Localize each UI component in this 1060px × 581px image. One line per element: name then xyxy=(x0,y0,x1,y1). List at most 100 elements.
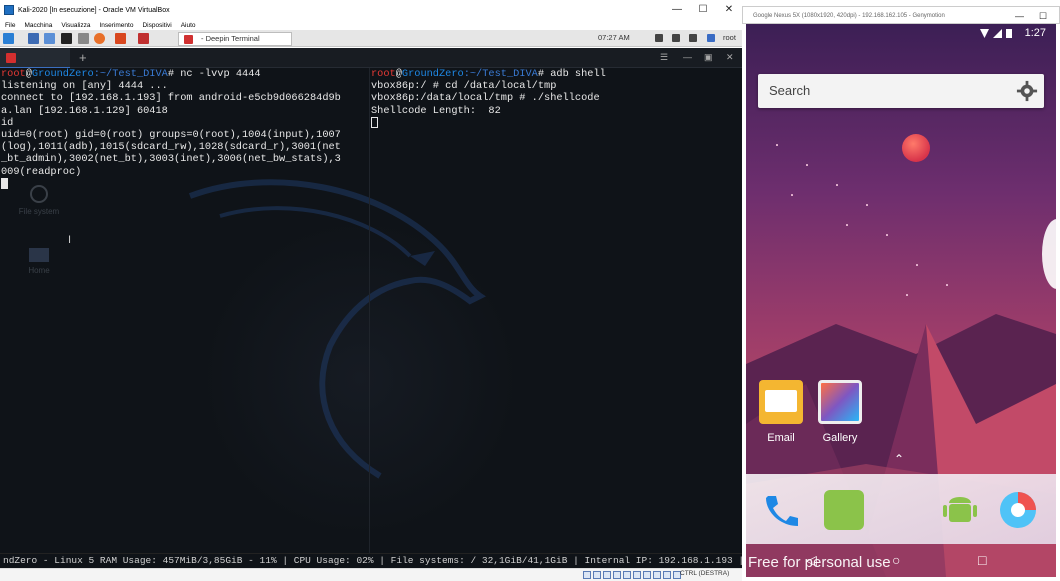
guest-taskbar: - Deepin Terminal 07:27 AM root xyxy=(0,30,742,47)
dock xyxy=(746,474,1056,544)
notification-icon[interactable] xyxy=(672,34,680,42)
pane-divider[interactable] xyxy=(369,68,370,553)
output-line: connect to [192.168.1.193] from android-… xyxy=(1,92,341,105)
virtualbox-app-icon xyxy=(4,5,14,15)
planet-graphic xyxy=(902,134,930,162)
recents-icon[interactable]: □ xyxy=(978,552,986,568)
output-line: uid=0(root) gid=0(root) groups=0(root),1… xyxy=(1,129,341,142)
maximize-button[interactable]: ☐ xyxy=(690,2,716,18)
display-icon[interactable] xyxy=(643,571,651,579)
kali-menu-icon[interactable] xyxy=(138,33,149,44)
minimize-button[interactable]: — xyxy=(664,2,690,18)
output-line: a.lan [192.168.1.129] 60418 xyxy=(1,104,168,117)
deepin-terminal-icon xyxy=(184,35,193,44)
phone-icon[interactable] xyxy=(760,490,800,530)
app-label: Gallery xyxy=(822,432,858,444)
app-gallery[interactable]: Gallery xyxy=(810,380,870,444)
messaging-icon[interactable] xyxy=(824,490,864,530)
close-button[interactable]: ✕ xyxy=(716,2,742,18)
kali-dragon-logo xyxy=(188,179,486,479)
output-line: 009(readproc) xyxy=(1,165,82,178)
shared-folders-icon[interactable] xyxy=(633,571,641,579)
vbox-title: Kali-2020 [In esecuzione] - Oracle VM Vi… xyxy=(18,6,170,14)
text-cursor-icon: I xyxy=(68,234,72,246)
terminal-pane-right[interactable]: root@GroundZero:~/Test_DIVA# adb shell vb… xyxy=(371,68,741,130)
status-time: 1:27 xyxy=(1024,27,1046,39)
prompt-line: root@GroundZero:~/Test_DIVA# adb shell xyxy=(371,68,741,80)
terminal-menu-button[interactable]: ☰ xyxy=(660,52,668,63)
search-placeholder: Search xyxy=(769,83,811,98)
app-drawer-chevron-icon[interactable]: ⌃ xyxy=(894,452,904,466)
home-folder-icon xyxy=(29,248,49,262)
terminal-launcher-icon[interactable] xyxy=(61,33,72,44)
star xyxy=(886,234,888,236)
optical-icon[interactable] xyxy=(593,571,601,579)
terminal-tab[interactable] xyxy=(0,48,70,68)
command: nc -lvvp 4444 xyxy=(180,68,261,80)
launcher-icon[interactable] xyxy=(3,33,14,44)
android-status-bar: 1:27 xyxy=(746,24,1056,44)
terminal-close-button[interactable]: ✕ xyxy=(726,52,734,63)
battery-icon xyxy=(1006,29,1012,38)
menu-visualizza[interactable]: Visualizza xyxy=(61,22,90,29)
taskbar-item-deepin-terminal[interactable]: - Deepin Terminal xyxy=(178,32,292,46)
app-email[interactable]: Email xyxy=(751,380,811,444)
firefox-icon[interactable] xyxy=(94,33,105,44)
gear-icon[interactable] xyxy=(1016,80,1038,102)
audio-icon[interactable] xyxy=(603,571,611,579)
output-line: id xyxy=(1,116,14,129)
prompt-line: root@GroundZero:~/Test_DIVA# nc -lvvp 44… xyxy=(1,68,367,80)
text-editor-icon[interactable] xyxy=(78,33,89,44)
user-label[interactable]: root xyxy=(723,33,736,42)
signal-icon xyxy=(993,29,1002,38)
geny-maximize-button[interactable]: ☐ xyxy=(1039,7,1047,25)
burp-icon[interactable] xyxy=(115,33,126,44)
new-tab-button[interactable]: + xyxy=(79,50,87,65)
volume-icon[interactable] xyxy=(655,34,663,42)
terminal-minimize-button[interactable]: — xyxy=(683,52,692,62)
file-manager-icon[interactable] xyxy=(44,33,55,44)
menu-file[interactable]: File xyxy=(5,22,15,29)
menu-dispositivi[interactable]: Dispositivi xyxy=(142,22,171,29)
output-line: vbox86p:/ # cd /data/local/tmp xyxy=(371,80,557,93)
browser-icon[interactable] xyxy=(998,490,1038,530)
home-icon[interactable]: ○ xyxy=(892,552,900,568)
star xyxy=(806,164,808,166)
hdd-icon[interactable] xyxy=(583,571,591,579)
prompt-path: :~/Test_DIVA xyxy=(93,68,168,80)
menu-aiuto[interactable]: Aiuto xyxy=(181,22,196,29)
cpu-icon[interactable] xyxy=(663,571,671,579)
menu-macchina[interactable]: Macchina xyxy=(24,22,52,29)
geny-minimize-button[interactable]: — xyxy=(1015,7,1024,25)
status-icons xyxy=(980,29,1012,38)
terminal-tab-icon xyxy=(6,53,16,63)
clock[interactable]: 07:27 AM xyxy=(598,33,630,42)
terminal-maximize-button[interactable]: ▣ xyxy=(704,52,713,63)
prompt-path: :~/Test_DIVA xyxy=(463,68,538,80)
display-icon[interactable] xyxy=(707,34,715,42)
android-screen[interactable]: 1:27 Search Email Gallery ⌃ ◁ ○ □ Free f… xyxy=(746,24,1056,577)
android-icon[interactable] xyxy=(940,490,980,530)
star xyxy=(836,184,838,186)
output-line: _bt_admin),3002(net_bt),3003(inet),3006(… xyxy=(1,153,341,166)
menu-inserimento[interactable]: Inserimento xyxy=(99,22,133,29)
terminal-tab-bar: + ☰ — ▣ ✕ xyxy=(0,48,742,68)
vbox-menu-bar: File Macchina Visualizza Inserimento Dis… xyxy=(0,20,742,30)
workspace-icon[interactable] xyxy=(28,33,39,44)
terminal-cursor xyxy=(371,116,378,128)
network-icon[interactable] xyxy=(613,571,621,579)
star xyxy=(946,284,948,286)
genymotion-window: Google Nexus 5X (1080x1920, 420dpi) - 19… xyxy=(742,0,1060,581)
terminal-pane-left[interactable]: root@GroundZero:~/Test_DIVA# nc -lvvp 44… xyxy=(1,68,367,191)
usb-icon[interactable] xyxy=(623,571,631,579)
desktop-icon-home[interactable]: Home xyxy=(14,248,64,275)
lock-icon[interactable] xyxy=(689,34,697,42)
gallery-icon xyxy=(818,380,862,424)
star xyxy=(916,264,918,266)
recording-icon[interactable] xyxy=(653,571,661,579)
star xyxy=(776,144,778,146)
deepin-terminal[interactable]: File system Home I + ☰ — ▣ ✕ root@Ground… xyxy=(0,48,742,553)
search-bar[interactable]: Search xyxy=(758,74,1044,108)
virtualbox-window: Kali-2020 [In esecuzione] - Oracle VM Vi… xyxy=(0,0,742,581)
output-line: vbox86p:/data/local/tmp # ./shellcode xyxy=(371,92,600,105)
